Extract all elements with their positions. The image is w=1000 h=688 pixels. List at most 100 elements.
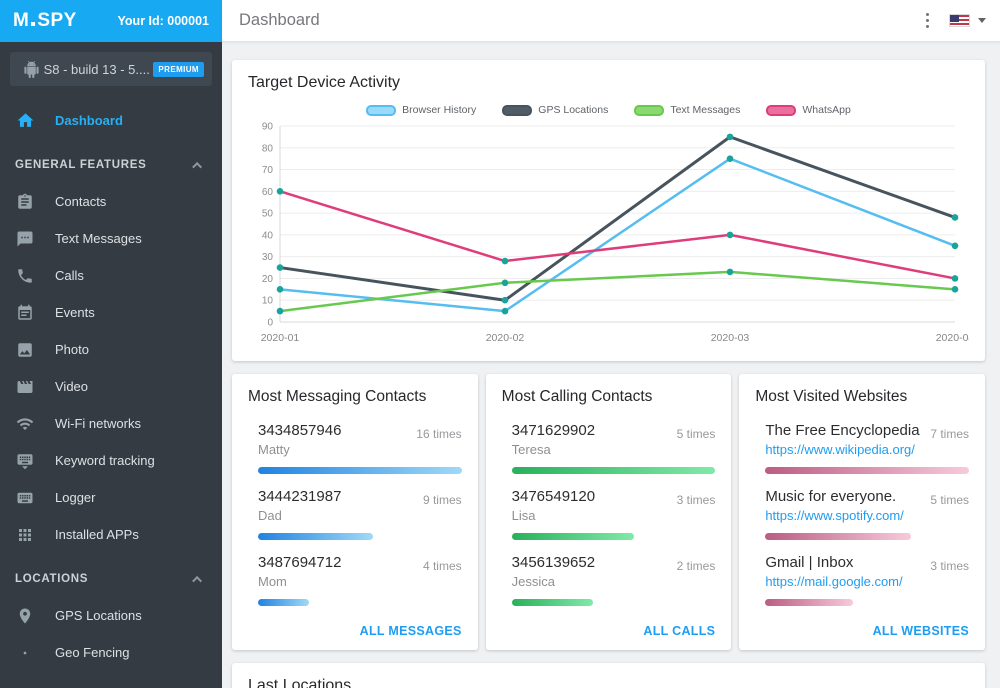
- sidebar-section-locations[interactable]: LOCATIONS: [0, 553, 222, 597]
- svg-text:30: 30: [262, 252, 274, 263]
- contact-row: 3471629902 Teresa 5 times: [511, 422, 716, 474]
- premium-badge: PREMIUM: [153, 61, 204, 77]
- clipboard-icon: [15, 193, 35, 211]
- times-count: 3 times: [676, 493, 716, 507]
- link-all-messages[interactable]: ALL MESSAGES: [360, 620, 462, 638]
- stats-cards-row: Most Messaging Contacts 3434857946 Matty…: [232, 374, 985, 650]
- card-most-messaging-contacts: Most Messaging Contacts 3434857946 Matty…: [232, 374, 478, 650]
- us-flag-icon: [949, 14, 970, 27]
- device-selector[interactable]: S8 - build 13 - 5.... PREMIUM: [10, 52, 212, 86]
- card-most-calling-contacts: Most Calling Contacts 3471629902 Teresa …: [485, 374, 732, 650]
- svg-text:90: 90: [262, 122, 274, 133]
- sidebar-item-label: Geo Fencing: [55, 645, 130, 660]
- svg-text:2020-04: 2020-04: [936, 332, 969, 344]
- svg-text:20: 20: [262, 274, 274, 285]
- card-rows: 3471629902 Teresa 5 times 3476549120 Lis…: [502, 422, 716, 620]
- website-url[interactable]: https://mail.google.com/: [765, 574, 902, 589]
- website-row: The Free Encyclopedia https://www.wikipe…: [765, 422, 969, 474]
- topbar: Dashboard: [222, 0, 1000, 42]
- legend-item-whatsapp[interactable]: WhatsApp: [766, 104, 851, 116]
- usage-bar: [258, 599, 462, 606]
- main-content: Target Device Activity Browser History GP…: [222, 42, 1000, 688]
- legend-item-browser-history[interactable]: Browser History: [366, 104, 476, 116]
- sidebar-item-label: Keyword tracking: [55, 453, 155, 468]
- contact-name: Dad: [258, 508, 282, 523]
- times-count: 5 times: [676, 427, 716, 441]
- sidebar-item-logger[interactable]: Logger: [0, 479, 222, 516]
- link-all-websites[interactable]: ALL WEBSITES: [873, 620, 969, 638]
- brand-header: M SPY Your Id: 000001: [0, 0, 222, 42]
- svg-text:70: 70: [262, 165, 274, 176]
- device-name: S8 - build 13 - 5....: [43, 61, 150, 77]
- contact-name: Jessica: [511, 574, 556, 589]
- website-title: Music for everyone.: [765, 488, 897, 505]
- sidebar-item-photo[interactable]: Photo: [0, 331, 222, 368]
- calendar-icon: [18, 304, 32, 320]
- contact-row: 3434857946 Matty 16 times: [258, 422, 462, 474]
- calendar-icon: [15, 304, 35, 322]
- usage-bar: [765, 533, 969, 540]
- times-count: 7 times: [930, 427, 969, 441]
- sidebar-item-text-messages[interactable]: Text Messages: [0, 220, 222, 257]
- legend-item-text-messages[interactable]: Text Messages: [634, 104, 740, 116]
- image-icon: [15, 341, 35, 359]
- sidebar-item-calls[interactable]: Calls: [0, 257, 222, 294]
- keyboard-hide-icon: [17, 453, 33, 469]
- contact-number: 3456139652: [511, 554, 596, 571]
- sidebar-item-dashboard[interactable]: Dashboard: [0, 102, 222, 139]
- movie-icon: [17, 380, 33, 393]
- contact-row: 3456139652 Jessica 2 times: [511, 554, 715, 606]
- sidebar-item-keyword-tracking[interactable]: Keyword tracking: [0, 442, 222, 479]
- sidebar-item-label: GPS Locations: [55, 608, 142, 623]
- user-id-label: Your Id: 000001: [117, 14, 209, 28]
- link-all-calls[interactable]: ALL CALLS: [643, 620, 715, 638]
- contact-row: 3487694712 Mom 4 times: [258, 554, 462, 606]
- website-url[interactable]: https://www.wikipedia.org/: [765, 442, 919, 457]
- sidebar-item-video[interactable]: Video: [0, 368, 222, 405]
- android-icon: [23, 60, 40, 78]
- logo-suffix: SPY: [37, 10, 77, 31]
- kebab-menu-icon[interactable]: [922, 10, 933, 32]
- sidebar-item-geo-fencing[interactable]: Geo Fencing: [0, 634, 222, 671]
- svg-text:60: 60: [262, 187, 274, 198]
- card-title: Most Calling Contacts: [501, 388, 653, 405]
- contact-number: 3434857946: [258, 422, 342, 439]
- card-title: Most Messaging Contacts: [248, 388, 427, 405]
- sidebar-item-installed-apps[interactable]: Installed APPs: [0, 516, 222, 553]
- chat-icon: [17, 231, 33, 246]
- logo-prefix: M: [13, 10, 30, 31]
- sidebar-item-events[interactable]: Events: [0, 294, 222, 331]
- sidebar-section-general-features[interactable]: GENERAL FEATURES: [0, 139, 222, 183]
- times-count: 4 times: [422, 559, 462, 573]
- page-title: Dashboard: [239, 11, 320, 29]
- svg-text:10: 10: [262, 296, 274, 307]
- apps-icon: [19, 528, 31, 541]
- svg-text:2020-01: 2020-01: [261, 332, 300, 344]
- home-icon: [17, 113, 33, 127]
- website-url[interactable]: https://www.spotify.com/: [765, 508, 903, 523]
- sidebar-item-label: Dashboard: [55, 113, 123, 128]
- phone-icon: [18, 268, 32, 283]
- section-label: GENERAL FEATURES: [15, 159, 147, 171]
- sidebar-item-gps-locations[interactable]: GPS Locations: [0, 597, 222, 634]
- section-label: LOCATIONS: [15, 573, 89, 585]
- legend-swatch-icon: [366, 104, 397, 116]
- geofence-icon: [23, 651, 27, 654]
- contact-number: 3487694712: [258, 554, 342, 571]
- legend-label: GPS Locations: [538, 104, 609, 116]
- legend-swatch-icon: [634, 104, 665, 116]
- sidebar-item-contacts[interactable]: Contacts: [0, 183, 222, 220]
- contact-number: 3476549120: [511, 488, 596, 505]
- last-locations-title: Last Locations: [248, 677, 352, 688]
- legend-swatch-icon: [502, 104, 533, 116]
- activity-card: Target Device Activity Browser History GP…: [232, 60, 985, 361]
- sidebar: S8 - build 13 - 5.... PREMIUM Dashboard …: [0, 42, 222, 688]
- times-count: 5 times: [930, 493, 969, 507]
- sidebar-item-wi-fi-networks[interactable]: Wi-Fi networks: [0, 405, 222, 442]
- image-icon: [18, 342, 32, 357]
- svg-text:50: 50: [262, 209, 274, 220]
- language-selector[interactable]: [949, 14, 986, 27]
- keyboard-hide-icon: [15, 452, 35, 470]
- legend-item-gps-locations[interactable]: GPS Locations: [502, 104, 608, 116]
- svg-text:0: 0: [267, 318, 273, 329]
